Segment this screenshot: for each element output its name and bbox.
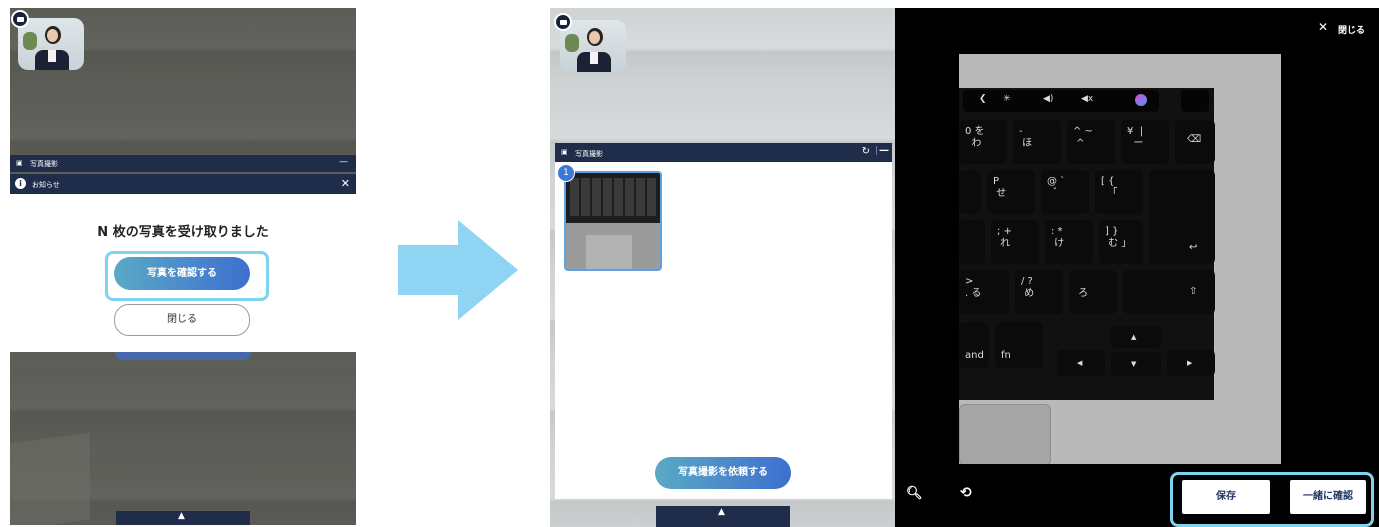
photo-panel-body: 1 写真撮影を依頼する (555, 162, 892, 499)
transition-arrow-icon (398, 220, 518, 320)
chevron-up-icon: ▲ (178, 511, 185, 521)
key-minus: - ほ (1013, 120, 1061, 164)
minimize-icon[interactable]: — (879, 145, 889, 156)
photo-panel-header: ▣ 写真撮影 — (10, 155, 356, 172)
arrow-up-icon: ▲ (1131, 333, 1137, 341)
arrow-right-icon: ▶ (1187, 359, 1193, 367)
notice-dialog-body: N 枚の写真を受け取りました 写真を確認する 閉じる (10, 194, 356, 352)
video-camera-icon (11, 10, 29, 28)
key-partial-l (959, 220, 985, 264)
minimize-icon[interactable]: — (339, 157, 348, 167)
confirm-photos-button[interactable]: 写真を確認する (114, 257, 250, 290)
brightness-icon: ✳ (1003, 94, 1011, 104)
person-face (47, 29, 58, 42)
notice-dialog-header: i お知らせ ✕ (10, 174, 356, 194)
viewer-close-icon[interactable]: ✕ (1318, 20, 1328, 34)
key-shift: ⇧ (1123, 270, 1215, 314)
background-button-edge (115, 352, 251, 360)
bottom-drawer-tab[interactable]: ▲ (656, 506, 790, 527)
photo-panel-header: ▣ 写真撮影 ↻ | — (555, 143, 892, 162)
chevron-left-icon: ❮ (979, 94, 987, 104)
request-photo-button[interactable]: 写真撮影を依頼する (655, 457, 791, 489)
notice-title: お知らせ (32, 181, 60, 189)
key-caret: ^ ~ ^ (1067, 120, 1115, 164)
key-p: P せ (987, 170, 1035, 214)
key-partial (959, 170, 981, 214)
person-shirt (590, 52, 598, 64)
thumbnail-key-rows (570, 178, 656, 216)
photo-number-badge: 1 (557, 164, 575, 182)
divider: | (874, 146, 878, 156)
arrow-left-icon: ◀ (1077, 359, 1083, 367)
background-paper (10, 432, 90, 525)
photo-panel-title: 写真撮影 (575, 150, 603, 158)
touch-bar: ❮ ✳ ◀) ◀x (963, 90, 1159, 112)
key-plus: ; + れ (991, 220, 1039, 264)
key-yen: ¥ | ー (1121, 120, 1169, 164)
key-return: ↩ (1149, 170, 1215, 264)
camera-icon: ▣ (561, 148, 568, 156)
key-question: / ? め (1015, 270, 1063, 314)
key-command: and (959, 322, 989, 368)
self-video-thumbnail[interactable] (18, 18, 84, 70)
refresh-icon[interactable]: ↻ (862, 146, 870, 157)
right-screen: ▣ 写真撮影 ↻ | — 1 写真撮影を依頼する ▲ ✕ 閉じる ❮ ✳ ◀) … (550, 8, 1379, 527)
key-left-arrow: ◀ (1057, 350, 1105, 376)
close-button[interactable]: 閉じる (114, 304, 250, 336)
key-rbracket: ] } む 」 (1099, 220, 1143, 264)
siri-icon (1135, 94, 1147, 106)
photo-panel-title: 写真撮影 (30, 160, 58, 168)
trackpad (959, 404, 1051, 464)
close-icon[interactable]: ✕ (341, 177, 350, 190)
touch-id-key (1181, 90, 1209, 112)
plant-decoration (23, 32, 37, 50)
save-button[interactable]: 保存 (1182, 480, 1270, 514)
info-icon: i (15, 178, 26, 189)
photo-thumbnail[interactable] (564, 171, 662, 271)
key-down-arrow: ▼ (1111, 352, 1161, 376)
key-colon: : * け (1045, 220, 1093, 264)
key-at: @ ` ゛ (1041, 170, 1089, 214)
delete-icon: ⌫ (1187, 134, 1202, 145)
plant-decoration (565, 34, 579, 52)
thumbnail-trackpad (586, 235, 632, 269)
self-video-thumbnail[interactable] (560, 20, 626, 72)
key-gt: > . る (959, 270, 1009, 314)
bottom-drawer-tab[interactable]: ▲ (116, 511, 250, 525)
left-screen: ▣ 写真撮影 — i お知らせ ✕ N 枚の写真を受け取りました 写真を確認する… (10, 8, 356, 525)
photo-preview: ❮ ✳ ◀) ◀x 0 を わ - ほ ^ ~ ^ ¥ | ー ⌫ P せ @ … (959, 54, 1281, 464)
zoom-icon[interactable]: 🔍︎ (906, 486, 923, 501)
rotate-icon[interactable]: ⟲ (960, 485, 972, 501)
person-face (589, 31, 600, 44)
viewer-close-label[interactable]: 閉じる (1338, 23, 1365, 36)
return-icon: ↩ (1189, 242, 1198, 253)
key-right-arrow: ▶ (1167, 350, 1215, 376)
key-delete: ⌫ (1175, 120, 1215, 164)
volume-icon: ◀) (1043, 94, 1054, 104)
camera-icon: ▣ (16, 159, 23, 167)
mute-icon: ◀x (1081, 94, 1094, 104)
person-shirt (48, 50, 56, 62)
confirm-together-button[interactable]: 一緒に確認 (1290, 480, 1366, 514)
key-up-arrow: ▲ (1111, 326, 1161, 348)
arrow-down-icon: ▼ (1131, 360, 1137, 368)
video-camera-icon (554, 13, 572, 31)
shift-icon: ⇧ (1189, 286, 1198, 297)
key-fn: fn (995, 322, 1043, 368)
notice-message: N 枚の写真を受け取りました (97, 225, 269, 240)
key-ro: ろ (1069, 270, 1117, 314)
key-bracket: [ { 「 (1095, 170, 1143, 214)
key-zero: 0 を わ (959, 120, 1007, 164)
chevron-up-icon: ▲ (718, 507, 725, 517)
